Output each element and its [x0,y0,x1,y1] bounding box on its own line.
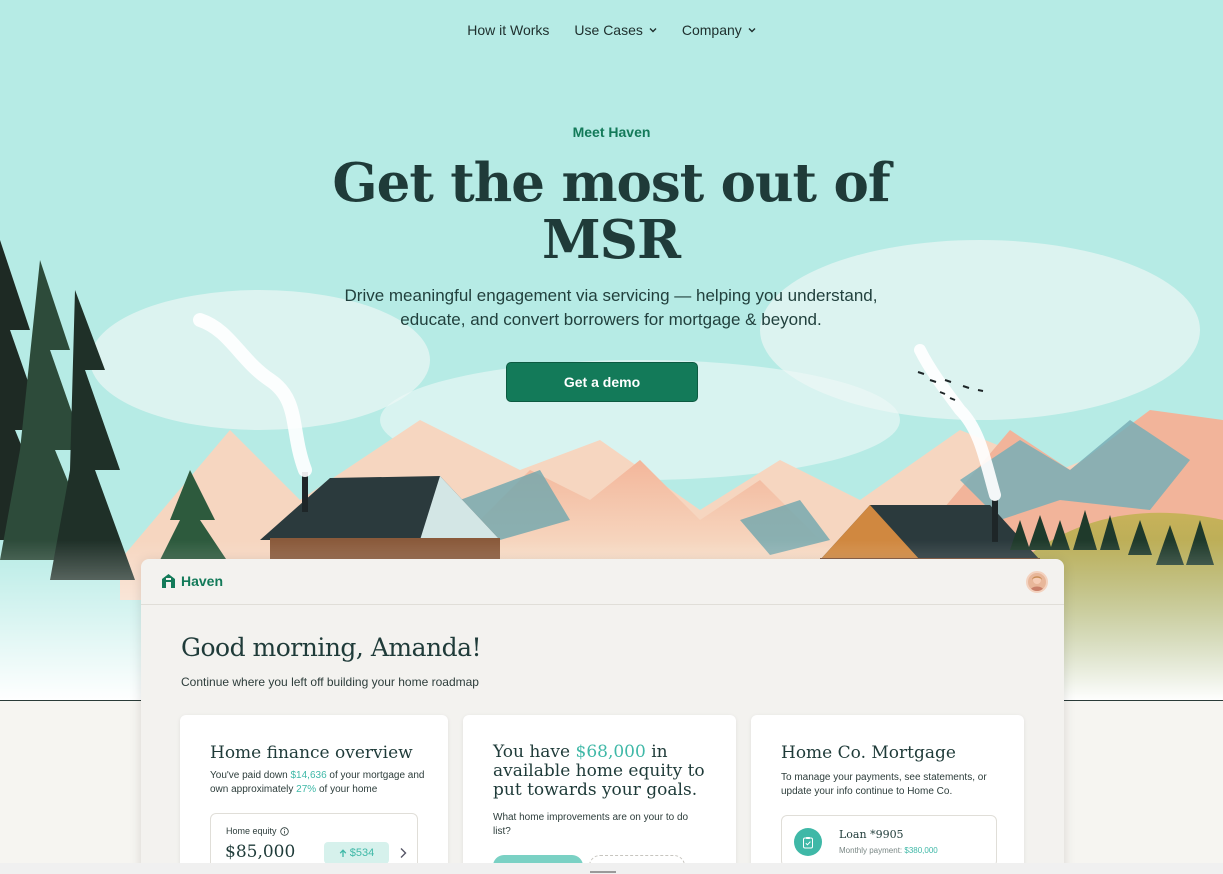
finance-text-c: of your home [316,784,378,795]
home-improvements-question: What home improvements are on your to do… [493,812,689,837]
hero-subhead: Drive meaningful engagement via servicin… [311,284,911,332]
haven-logo[interactable]: Haven [161,573,223,589]
loan-title: Loan *9905 [839,828,904,841]
greeting-title: Good morning, Amanda! [181,633,482,662]
payment-label: Monthly payment: [839,846,905,855]
payment-value: $380,000 [904,846,938,855]
mortgage-text: To manage your payments, see statements,… [781,772,987,797]
top-nav: How it Works Use Cases Company [0,22,1223,38]
nav-company[interactable]: Company [682,22,756,38]
hero-eyebrow: Meet Haven [572,124,651,140]
home-equity-value: $85,000 [225,842,296,862]
loan-payment: Monthly payment: $380,000 [839,846,938,855]
greeting-subtitle: Continue where you left off building you… [181,675,479,689]
app-header: Haven [141,559,1064,605]
mortgage-title: Home Co. Mortgage [781,743,956,763]
available-equity-amount: $68,000 [575,742,646,762]
nav-use-cases-label: Use Cases [574,22,643,38]
hero-headline: Get the most out of MSR [311,155,911,269]
available-equity-card[interactable]: You have $68,000 in available home equit… [463,715,736,874]
finance-text-a: You've paid down [210,770,291,781]
own-percent: 27% [296,784,317,795]
hero-subhead-line1: Drive meaningful engagement via servicin… [344,286,878,305]
chevron-down-icon [649,28,657,33]
home-finance-title: Home finance overview [210,743,413,763]
info-icon[interactable] [279,826,289,836]
mortgage-card[interactable]: Home Co. Mortgage To manage your payment… [751,715,1024,874]
hero-subhead-line2: educate, and convert borrowers for mortg… [400,310,822,329]
scroll-handle[interactable] [590,871,616,873]
loan-row[interactable]: Loan *9905 Monthly payment: $380,000 [781,815,997,867]
equity-title-a: You have [493,742,576,762]
app-preview-window: Haven Good morning, Amanda! Continue whe… [141,559,1064,874]
home-equity-label: Home equity [226,826,289,836]
user-avatar-icon [1030,576,1044,591]
nav-company-label: Company [681,22,742,38]
equity-change-value: $534 [349,847,375,859]
haven-logo-text: Haven [181,573,224,589]
hero-headline-line1: Get the most out of [332,152,890,214]
arrow-up-icon [339,848,347,857]
equity-change-badge: $534 [324,842,389,864]
home-equity-label-text: Home equity [226,826,277,836]
clipboard-check-icon [803,836,813,848]
paid-amount: $14,636 [290,770,327,781]
get-demo-button[interactable]: Get a demo [506,362,698,402]
house-logo-icon [162,574,175,588]
chevron-right-icon[interactable] [399,847,407,859]
nav-how-it-works[interactable]: How it Works [467,22,549,38]
avatar[interactable] [1026,571,1048,593]
nav-how-it-works-label: How it Works [467,22,550,38]
chevron-down-icon [748,28,756,33]
loan-icon-badge [794,828,822,856]
available-equity-title: You have $68,000 in available home equit… [493,743,713,800]
home-finance-text: You've paid down $14,636 of your mortgag… [210,769,430,797]
nav-use-cases[interactable]: Use Cases [574,22,657,38]
hero-headline-line2: MSR [542,209,681,271]
home-finance-card[interactable]: Home finance overview You've paid down $… [180,715,448,874]
